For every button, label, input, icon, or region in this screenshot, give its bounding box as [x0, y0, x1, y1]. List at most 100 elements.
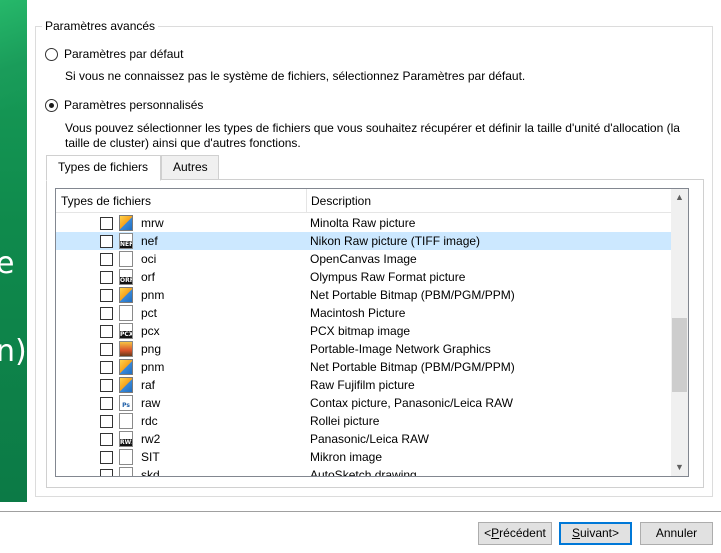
previous-button[interactable]: <Précédent: [478, 522, 552, 545]
file-type-checkbox[interactable]: [100, 379, 113, 392]
file-type-checkbox[interactable]: [100, 271, 113, 284]
file-type-checkbox[interactable]: [100, 217, 113, 230]
image-file-icon: [119, 287, 133, 303]
file-types-list[interactable]: Types de fichiers Description mrw Minolta…: [55, 188, 689, 477]
list-item[interactable]: Ps raw Contax picture, Panasonic/Leica RAW: [56, 394, 671, 412]
file-description: Panasonic/Leica RAW: [310, 432, 429, 446]
photoshop-file-icon: Ps: [119, 395, 133, 411]
image-file-icon: [119, 215, 133, 231]
footer-divider: [0, 511, 721, 512]
file-extension: mrw: [141, 216, 164, 230]
file-type-checkbox[interactable]: [100, 253, 113, 266]
scrollbar-thumb[interactable]: [672, 318, 687, 392]
vertical-scrollbar[interactable]: ▲ ▼: [671, 189, 688, 476]
blank-file-icon: [119, 305, 133, 321]
photo-file-icon: [119, 341, 133, 357]
image-file-icon: [119, 359, 133, 375]
next-button[interactable]: Suivant>: [559, 522, 632, 545]
file-icon-text: Ps: [122, 402, 130, 409]
list-item[interactable]: RW2 rw2 Panasonic/Leica RAW: [56, 430, 671, 448]
file-extension: rw2: [141, 432, 161, 446]
file-description: Net Portable Bitmap (PBM/PGM/PPM): [310, 288, 515, 302]
blank-file-icon: [119, 413, 133, 429]
pcx-file-icon: PCX: [119, 323, 133, 339]
side-banner: e n): [0, 0, 27, 502]
list-item[interactable]: oci OpenCanvas Image: [56, 250, 671, 268]
tab-others[interactable]: Autres: [161, 155, 219, 180]
file-type-checkbox[interactable]: [100, 397, 113, 410]
custom-settings-radio[interactable]: [45, 98, 58, 112]
file-extension: png: [141, 342, 162, 356]
file-type-checkbox[interactable]: [100, 307, 113, 320]
banner-glyph-e: e: [0, 246, 15, 281]
next-mnemonic: S: [571, 526, 580, 540]
file-icon-text: RW2: [120, 439, 132, 446]
list-item[interactable]: pnm Net Portable Bitmap (PBM/PGM/PPM): [56, 286, 671, 304]
list-item[interactable]: NEF nef Nikon Raw picture (TIFF image): [56, 232, 671, 250]
file-description: Net Portable Bitmap (PBM/PGM/PPM): [310, 360, 515, 374]
file-type-checkbox[interactable]: [100, 289, 113, 302]
file-extension: nef: [141, 234, 158, 248]
scroll-down-icon[interactable]: ▼: [671, 459, 688, 476]
file-icon-text: ORF: [120, 277, 133, 284]
file-extension: oci: [141, 252, 157, 266]
custom-settings-option[interactable]: Paramètres personnalisés: [45, 98, 203, 112]
file-description: Minolta Raw picture: [310, 216, 416, 230]
file-type-checkbox[interactable]: [100, 451, 113, 464]
tab-file-types[interactable]: Types de fichiers: [46, 155, 161, 181]
file-type-checkbox[interactable]: [100, 415, 113, 428]
file-type-checkbox[interactable]: [100, 235, 113, 248]
previous-mnemonic: P: [491, 526, 500, 540]
file-extension: rdc: [141, 414, 158, 428]
list-item[interactable]: skd AutoSketch drawing: [56, 466, 671, 476]
column-header-description[interactable]: Description: [306, 189, 671, 213]
column-header-type[interactable]: Types de fichiers: [56, 189, 306, 213]
file-type-checkbox[interactable]: [100, 433, 113, 446]
list-item[interactable]: pnm Net Portable Bitmap (PBM/PGM/PPM): [56, 358, 671, 376]
blank-file-icon: [119, 467, 133, 476]
next-suffix: >: [612, 526, 620, 540]
file-type-checkbox[interactable]: [100, 343, 113, 356]
scroll-up-icon[interactable]: ▲: [671, 189, 688, 206]
file-description: Nikon Raw picture (TIFF image): [310, 234, 481, 248]
file-description: Raw Fujifilm picture: [310, 378, 415, 392]
blank-file-icon: [119, 251, 133, 267]
nef-file-icon: NEF: [119, 233, 133, 249]
list-item[interactable]: pct Macintosh Picture: [56, 304, 671, 322]
file-description: Mikron image: [310, 450, 383, 464]
list-item[interactable]: mrw Minolta Raw picture: [56, 214, 671, 232]
list-item[interactable]: ORF orf Olympus Raw Format picture: [56, 268, 671, 286]
file-extension: SIT: [141, 450, 160, 464]
file-type-checkbox[interactable]: [100, 469, 113, 476]
file-extension: orf: [141, 270, 156, 284]
default-settings-label: Paramètres par défaut: [64, 47, 184, 61]
file-icon-text: NEF: [120, 241, 133, 248]
file-extension: pct: [141, 306, 158, 320]
next-label: uivant: [579, 526, 613, 540]
image-file-icon: [119, 377, 133, 393]
file-type-checkbox[interactable]: [100, 361, 113, 374]
file-extension: pnm: [141, 288, 165, 302]
file-type-checkbox[interactable]: [100, 325, 113, 338]
rw2-file-icon: RW2: [119, 431, 133, 447]
blank-file-icon: [119, 449, 133, 465]
list-item[interactable]: PCX pcx PCX bitmap image: [56, 322, 671, 340]
file-description: Contax picture, Panasonic/Leica RAW: [310, 396, 513, 410]
list-item[interactable]: SIT Mikron image: [56, 448, 671, 466]
list-item[interactable]: raf Raw Fujifilm picture: [56, 376, 671, 394]
file-extension: raw: [141, 396, 161, 410]
default-settings-radio[interactable]: [45, 47, 58, 61]
banner-highlight: [0, 0, 27, 110]
orf-file-icon: ORF: [119, 269, 133, 285]
file-extension: pcx: [141, 324, 160, 338]
cancel-button[interactable]: Annuler: [640, 522, 713, 545]
list-item[interactable]: png Portable-Image Network Graphics: [56, 340, 671, 358]
group-title: Paramètres avancés: [42, 19, 159, 33]
file-description: PCX bitmap image: [310, 324, 411, 338]
list-item[interactable]: rdc Rollei picture: [56, 412, 671, 430]
custom-settings-label: Paramètres personnalisés: [64, 98, 204, 112]
file-extension: pnm: [141, 360, 165, 374]
banner-glyph-paren: n): [0, 334, 27, 369]
custom-settings-description-line2: taille de cluster) ainsi que d'autres fo…: [65, 136, 301, 150]
default-settings-option[interactable]: Paramètres par défaut: [45, 47, 183, 61]
